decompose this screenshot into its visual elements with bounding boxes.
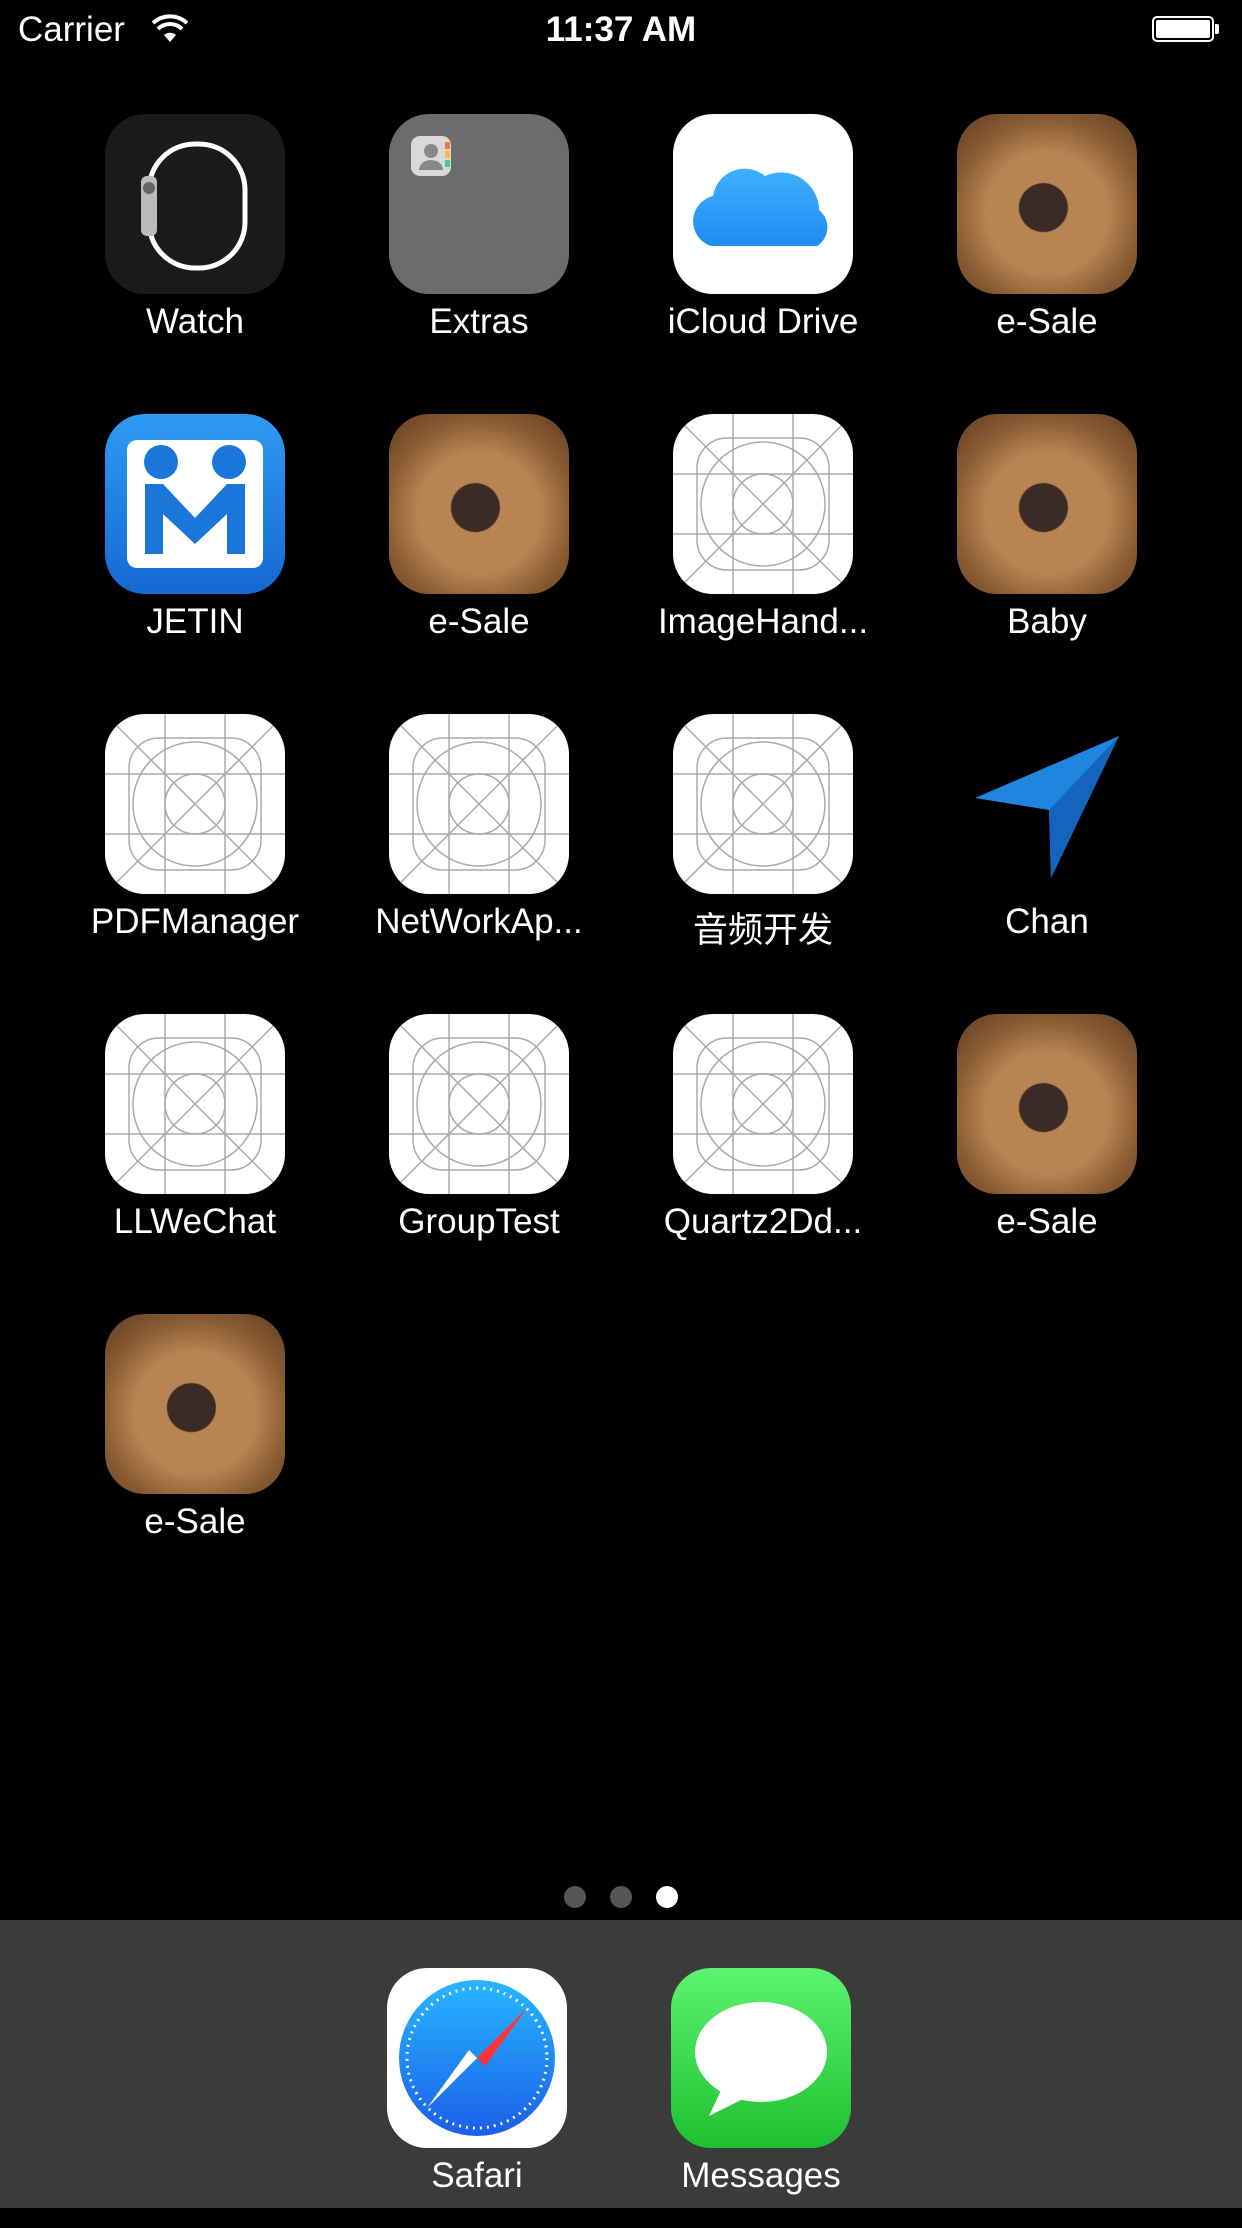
app-extras-folder[interactable]: Extras (337, 114, 621, 374)
battery-icon (1152, 16, 1220, 44)
placeholder-grid-icon (673, 1014, 853, 1194)
dock-app-safari[interactable]: Safari (335, 1968, 619, 2228)
app-label: Watch (146, 302, 244, 341)
app-label: JETIN (146, 602, 244, 641)
app-label: Safari (431, 2156, 523, 2195)
icloud-icon (673, 114, 853, 294)
app-grouptest[interactable]: GroupTest (337, 1014, 621, 1274)
app-imagehandle[interactable]: ImageHand... (621, 414, 905, 674)
safari-compass-icon (387, 1968, 567, 2148)
dog-photo-icon (957, 1014, 1137, 1194)
location-arrow-icon (957, 714, 1137, 894)
app-label: Chan (1005, 902, 1089, 941)
app-e-sale[interactable]: e-Sale (337, 414, 621, 674)
page-dot[interactable] (564, 1886, 586, 1908)
app-audio-dev[interactable]: 音频开发 (621, 714, 905, 974)
placeholder-grid-icon (673, 714, 853, 894)
app-e-sale[interactable]: e-Sale (905, 114, 1189, 374)
app-e-sale[interactable]: e-Sale (53, 1314, 337, 1574)
dog-photo-icon (389, 414, 569, 594)
placeholder-grid-icon (389, 1014, 569, 1194)
app-quartz2d[interactable]: Quartz2Dd... (621, 1014, 905, 1274)
placeholder-grid-icon (105, 1014, 285, 1194)
status-bar: Carrier 11:37 AM (0, 0, 1242, 60)
app-icloud-drive[interactable]: iCloud Drive (621, 114, 905, 374)
app-label: Baby (1007, 602, 1087, 641)
app-label: iCloud Drive (667, 302, 859, 341)
app-label: e-Sale (144, 1502, 246, 1541)
dock: Safari Messages (0, 1920, 1242, 2208)
app-label: ImageHand... (657, 602, 869, 641)
app-jetin[interactable]: JETIN (53, 414, 337, 674)
page-dot-current[interactable] (656, 1886, 678, 1908)
app-networkapp[interactable]: NetWorkAp... (337, 714, 621, 974)
app-label: Quartz2Dd... (663, 1202, 863, 1241)
folder-icon (389, 114, 569, 294)
watch-icon (105, 114, 285, 294)
app-label: e-Sale (996, 1202, 1098, 1241)
app-watch[interactable]: Watch (53, 114, 337, 374)
app-pdfmanager[interactable]: PDFManager (53, 714, 337, 974)
placeholder-grid-icon (389, 714, 569, 894)
app-label: PDFManager (90, 902, 300, 941)
jetin-icon (105, 414, 285, 594)
dog-photo-icon (957, 414, 1137, 594)
app-baby[interactable]: Baby (905, 414, 1189, 674)
app-label: LLWeChat (113, 1202, 277, 1241)
placeholder-grid-icon (673, 414, 853, 594)
app-label: NetWorkAp... (375, 902, 583, 941)
page-indicator[interactable] (0, 1886, 1242, 1910)
app-label: e-Sale (428, 602, 530, 641)
app-label: e-Sale (996, 302, 1098, 341)
placeholder-grid-icon (105, 714, 285, 894)
app-llwechat[interactable]: LLWeChat (53, 1014, 337, 1274)
page-dot[interactable] (610, 1886, 632, 1908)
app-label: GroupTest (398, 1202, 560, 1241)
messages-bubble-icon (671, 1968, 851, 2148)
status-time: 11:37 AM (545, 10, 697, 49)
dog-photo-icon (957, 114, 1137, 294)
app-label: Extras (429, 302, 529, 341)
app-label: 音频开发 (692, 911, 833, 950)
dock-app-messages[interactable]: Messages (619, 1968, 903, 2228)
app-label: Messages (681, 2156, 841, 2195)
dog-photo-icon (105, 1314, 285, 1494)
app-chan[interactable]: Chan (905, 714, 1189, 974)
app-e-sale[interactable]: e-Sale (905, 1014, 1189, 1274)
